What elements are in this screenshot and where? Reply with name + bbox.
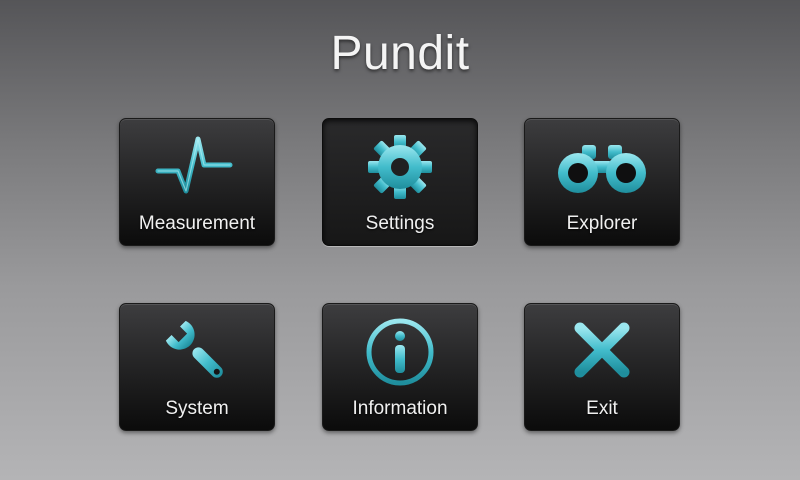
measurement-button[interactable]: Measurement <box>119 118 275 246</box>
explorer-button[interactable]: Explorer <box>524 118 680 246</box>
information-label: Information <box>352 398 448 419</box>
information-button[interactable]: Information <box>322 303 478 431</box>
settings-label: Settings <box>365 213 435 234</box>
explorer-label: Explorer <box>566 213 638 234</box>
wrench-icon <box>120 316 274 388</box>
exit-label: Exit <box>586 398 618 419</box>
settings-button[interactable]: Settings <box>322 118 478 246</box>
waveform-icon <box>120 131 274 203</box>
system-label: System <box>165 398 229 419</box>
gear-icon <box>323 131 477 203</box>
binoculars-icon <box>525 131 679 203</box>
info-icon <box>323 316 477 388</box>
exit-button[interactable]: Exit <box>524 303 680 431</box>
app-title: Pundit <box>330 27 470 80</box>
measurement-label: Measurement <box>138 213 256 234</box>
system-button[interactable]: System <box>119 303 275 431</box>
close-icon <box>525 316 679 388</box>
